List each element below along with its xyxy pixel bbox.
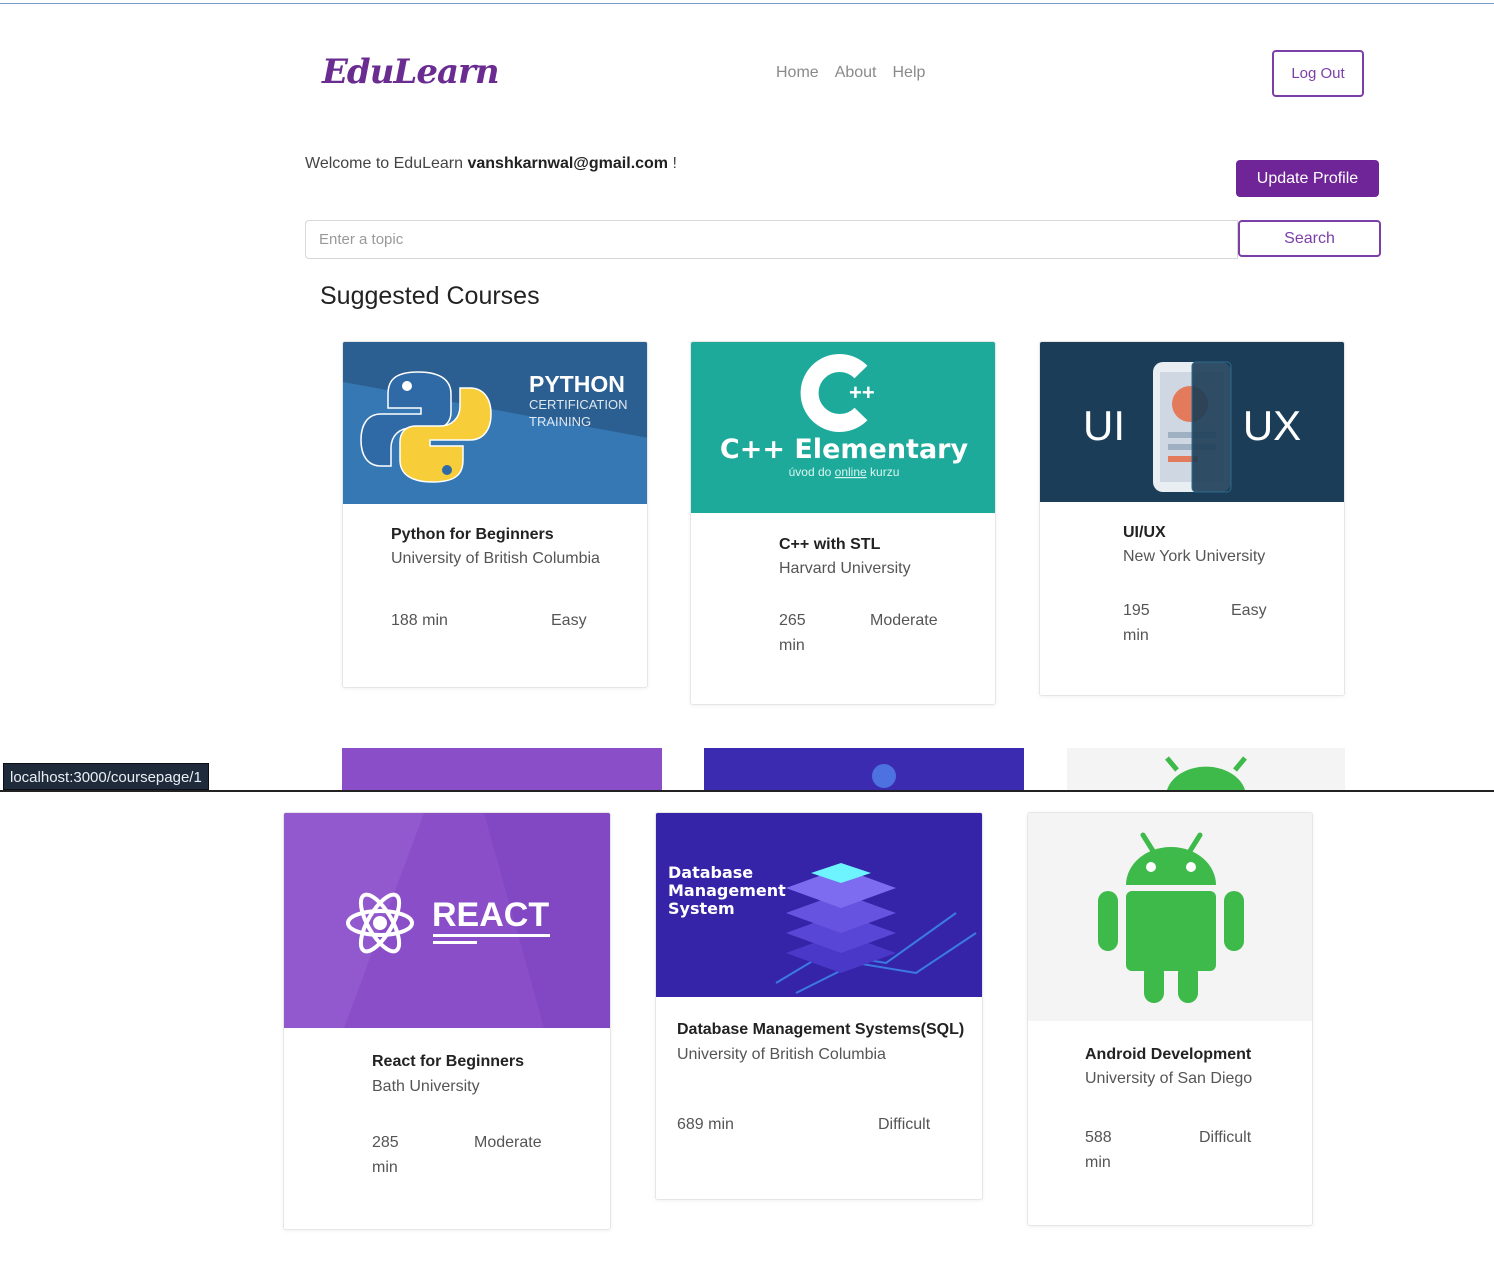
cpp-thumbnail-art: ++ C++ Elementary úvod do online kurzu bbox=[720, 354, 969, 479]
database-peek-art bbox=[872, 764, 896, 788]
course-card-python[interactable]: PYTHON CERTIFICATION TRAINING Python for… bbox=[342, 341, 648, 688]
database-course-thumbnail: Database Management System bbox=[656, 813, 982, 997]
course-card-uiux[interactable]: UI UX UI/UX New York University 195 min … bbox=[1039, 341, 1345, 696]
cpp-thumb-heading: C++ Elementary bbox=[720, 434, 969, 465]
search-button[interactable]: Search bbox=[1238, 220, 1381, 257]
uiux-thumb-right: UX bbox=[1243, 402, 1301, 449]
course-university: University of San Diego bbox=[1085, 1070, 1253, 1087]
python-thumb-heading: PYTHON bbox=[529, 371, 625, 397]
uiux-thumbnail-art: UI UX bbox=[1083, 361, 1301, 493]
course-title: UI/UX bbox=[1123, 524, 1166, 541]
course-duration: 188 min bbox=[391, 612, 448, 629]
course-title: C++ with STL bbox=[779, 536, 881, 553]
python-thumb-line1: CERTIFICATION bbox=[529, 397, 627, 412]
database-thumb-line1: Database bbox=[668, 863, 753, 882]
main-nav: Home About Help bbox=[776, 64, 925, 82]
python-course-thumbnail: PYTHON CERTIFICATION TRAINING bbox=[343, 342, 647, 504]
cpp-thumb-subtitle: úvod do online kurzu bbox=[789, 465, 900, 479]
react-course-thumbnail: REACT bbox=[284, 813, 610, 1028]
window-top-border bbox=[0, 3, 1494, 4]
logout-button[interactable]: Log Out bbox=[1272, 50, 1364, 97]
database-card-peek bbox=[704, 748, 1024, 790]
welcome-message: Welcome to EduLearn vanshkarnwal@gmail.c… bbox=[305, 155, 677, 173]
browser-status-url: localhost:3000/coursepage/1 bbox=[3, 763, 209, 790]
react-thumb-heading: REACT bbox=[432, 896, 549, 934]
course-card-cpp[interactable]: ++ C++ Elementary úvod do online kurzu C… bbox=[690, 341, 996, 705]
android-peek-art bbox=[1165, 756, 1247, 790]
course-university: University of British Columbia bbox=[677, 1046, 886, 1063]
course-level: Easy bbox=[1231, 602, 1267, 619]
course-university: New York University bbox=[1123, 548, 1266, 565]
screenshot-divider bbox=[0, 790, 1494, 792]
uiux-thumb-left: UI bbox=[1083, 402, 1125, 449]
uiux-course-thumbnail: UI UX bbox=[1040, 342, 1344, 502]
course-level: Easy bbox=[551, 612, 587, 629]
course-duration: 689 min bbox=[677, 1116, 734, 1133]
course-level: Difficult bbox=[1199, 1129, 1252, 1146]
cpp-course-thumbnail: ++ C++ Elementary úvod do online kurzu bbox=[691, 342, 995, 513]
update-profile-button[interactable]: Update Profile bbox=[1236, 160, 1379, 197]
course-title: Python for Beginners bbox=[391, 526, 554, 543]
database-thumbnail-art: Database Management System bbox=[656, 813, 982, 997]
course-duration: 588 min bbox=[1085, 1129, 1112, 1171]
android-robot-icon bbox=[1098, 832, 1244, 1003]
database-thumb-line2: Management bbox=[668, 881, 786, 900]
course-card-react[interactable]: REACT React for Beginners Bath Universit… bbox=[283, 812, 611, 1230]
python-thumb-line2: TRAINING bbox=[529, 414, 591, 429]
svg-text:++: ++ bbox=[849, 380, 875, 405]
course-level: Moderate bbox=[870, 612, 938, 629]
course-card-database[interactable]: Database Management System Database Mana… bbox=[655, 812, 983, 1200]
android-card-peek bbox=[1067, 748, 1345, 790]
course-level: Moderate bbox=[474, 1134, 542, 1151]
course-duration: 195 min bbox=[1123, 602, 1150, 644]
welcome-suffix: ! bbox=[668, 155, 677, 172]
edulearn-logo[interactable]: EduLearn bbox=[322, 52, 500, 92]
react-card-peek bbox=[342, 748, 662, 790]
course-duration: 285 min bbox=[372, 1134, 399, 1176]
nav-about-link[interactable]: About bbox=[835, 64, 877, 82]
user-email: vanshkarnwal@gmail.com bbox=[467, 155, 669, 172]
nav-help-link[interactable]: Help bbox=[893, 64, 926, 82]
course-university: Bath University bbox=[372, 1078, 480, 1095]
nav-home-link[interactable]: Home bbox=[776, 64, 819, 82]
suggested-courses-heading: Suggested Courses bbox=[320, 282, 540, 310]
python-thumbnail-art: PYTHON CERTIFICATION TRAINING bbox=[343, 342, 647, 483]
course-duration: 265 min bbox=[779, 612, 806, 654]
course-title: Android Development bbox=[1085, 1046, 1252, 1063]
course-level: Difficult bbox=[878, 1116, 931, 1133]
database-thumb-line3: System bbox=[668, 899, 735, 918]
course-card-android[interactable]: Android Development University of San Di… bbox=[1027, 812, 1313, 1226]
course-title: Database Management Systems(SQL) bbox=[677, 1021, 965, 1038]
topic-search-input[interactable] bbox=[305, 220, 1238, 259]
react-thumbnail-art: REACT bbox=[284, 813, 610, 1028]
course-university: Harvard University bbox=[779, 560, 911, 577]
android-course-thumbnail bbox=[1028, 813, 1312, 1021]
welcome-prefix: Welcome to EduLearn bbox=[305, 155, 468, 172]
course-title: React for Beginners bbox=[372, 1053, 525, 1070]
course-university: University of British Columbia bbox=[391, 550, 600, 567]
